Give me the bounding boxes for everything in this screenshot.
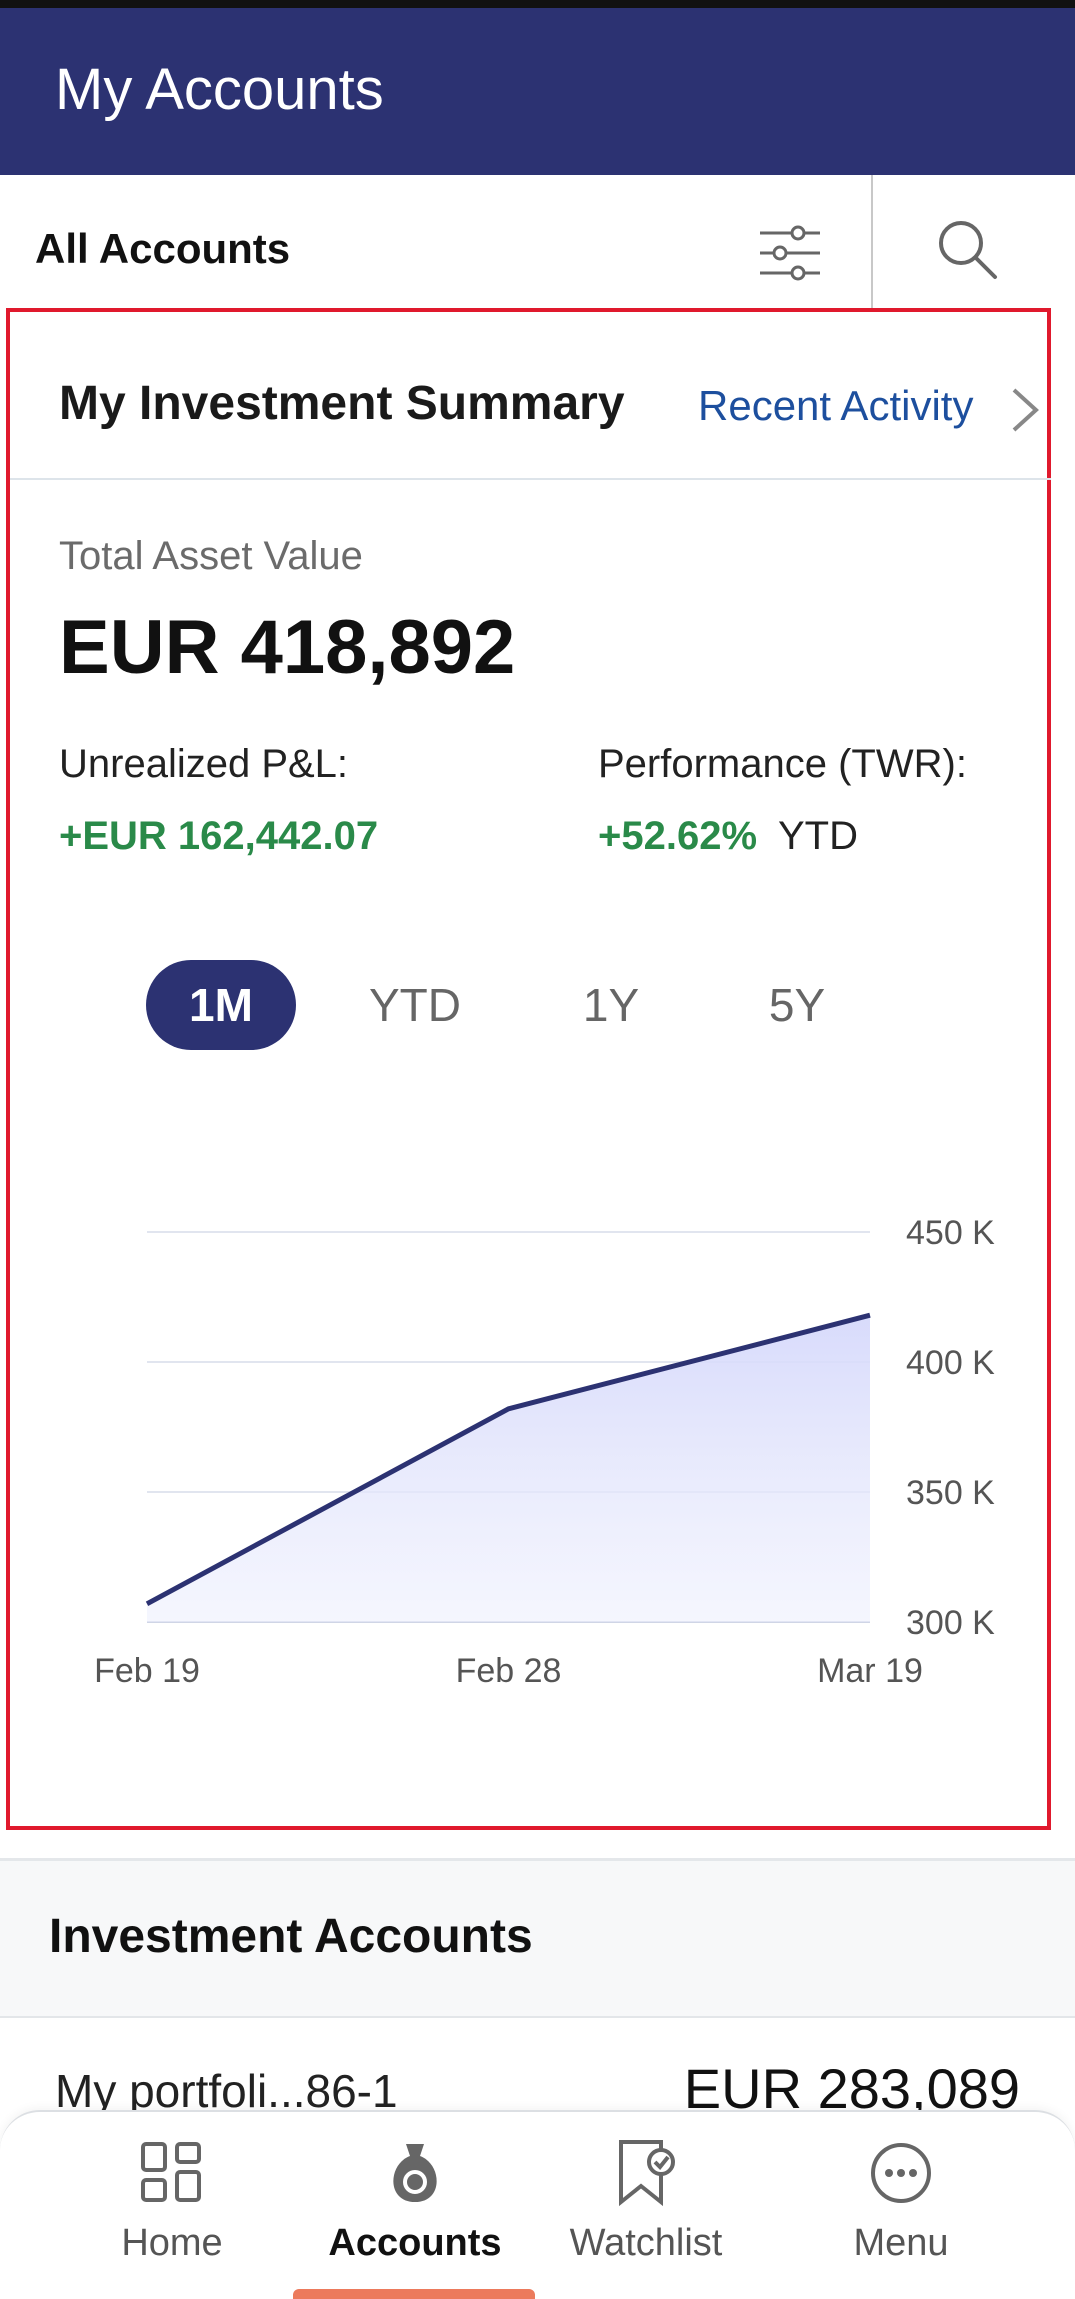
account-filter-bar: All Accounts xyxy=(0,175,1075,325)
x-tick-label: Feb 19 xyxy=(94,1652,200,1690)
recent-activity-link[interactable]: Recent Activity xyxy=(698,382,973,430)
tab-ytd[interactable]: YTD xyxy=(340,960,490,1050)
total-asset-label: Total Asset Value xyxy=(59,534,363,578)
total-asset-value: EUR 418,892 xyxy=(59,605,516,690)
y-tick-label: 300 K xyxy=(906,1604,995,1642)
tab-1y[interactable]: 1Y xyxy=(536,960,686,1050)
summary-title: My Investment Summary xyxy=(59,377,625,430)
accounts-screen: My Accounts All Accounts My Investment S… xyxy=(0,0,1075,2299)
performance-label: Performance (TWR): xyxy=(598,742,967,786)
sliders-icon[interactable] xyxy=(758,223,822,283)
nav-menu-label: Menu xyxy=(853,2222,949,2264)
y-tick-label: 450 K xyxy=(906,1214,995,1252)
y-tick-label: 400 K xyxy=(906,1344,995,1382)
more-dots-icon xyxy=(871,2143,931,2203)
performance-value: +52.62% xyxy=(598,814,758,858)
unrealized-pl-value: +EUR 162,442.07 xyxy=(59,814,379,858)
grid-icon xyxy=(141,2142,201,2202)
money-bag-icon xyxy=(393,2144,437,2202)
nav-watchlist[interactable]: Watchlist xyxy=(531,2136,761,2286)
bottom-navigation: Home Accounts Watchlist Menu xyxy=(0,2110,1075,2299)
performance-period: YTD xyxy=(778,814,858,858)
summary-header-divider xyxy=(10,478,1051,480)
bookmark-check-icon xyxy=(619,2140,675,2207)
investment-accounts-header: Investment Accounts xyxy=(0,1861,1075,2018)
tab-5y[interactable]: 5Y xyxy=(722,960,872,1050)
investment-summary-card: My Investment Summary Recent Activity To… xyxy=(6,308,1051,1830)
asset-value-chart[interactable]: 450 K 400 K 350 K 300 K Feb 19 Feb 28 Mar 19 xyxy=(10,1212,1051,1812)
nav-accounts[interactable]: Accounts xyxy=(300,2136,530,2286)
chevron-right-icon[interactable] xyxy=(1006,386,1042,434)
account-selector[interactable]: All Accounts xyxy=(35,225,290,273)
nav-home-label: Home xyxy=(121,2222,223,2264)
active-tab-indicator xyxy=(293,2289,535,2299)
nav-watchlist-label: Watchlist xyxy=(569,2222,723,2264)
nav-menu[interactable]: Menu xyxy=(786,2136,1016,2286)
top-app-bar: My Accounts xyxy=(0,0,1075,175)
search-icon[interactable] xyxy=(935,217,999,281)
unrealized-pl-label: Unrealized P&L: xyxy=(59,742,349,786)
x-tick-label: Mar 19 xyxy=(817,1652,923,1690)
tab-1m[interactable]: 1M xyxy=(146,960,296,1050)
page-title: My Accounts xyxy=(55,57,384,122)
x-tick-label: Feb 28 xyxy=(456,1652,562,1690)
toolbar-divider xyxy=(871,175,873,325)
investment-accounts-title: Investment Accounts xyxy=(49,1910,533,1963)
y-tick-label: 350 K xyxy=(906,1474,995,1512)
nav-accounts-label: Accounts xyxy=(328,2222,502,2264)
nav-home[interactable]: Home xyxy=(57,2136,287,2286)
